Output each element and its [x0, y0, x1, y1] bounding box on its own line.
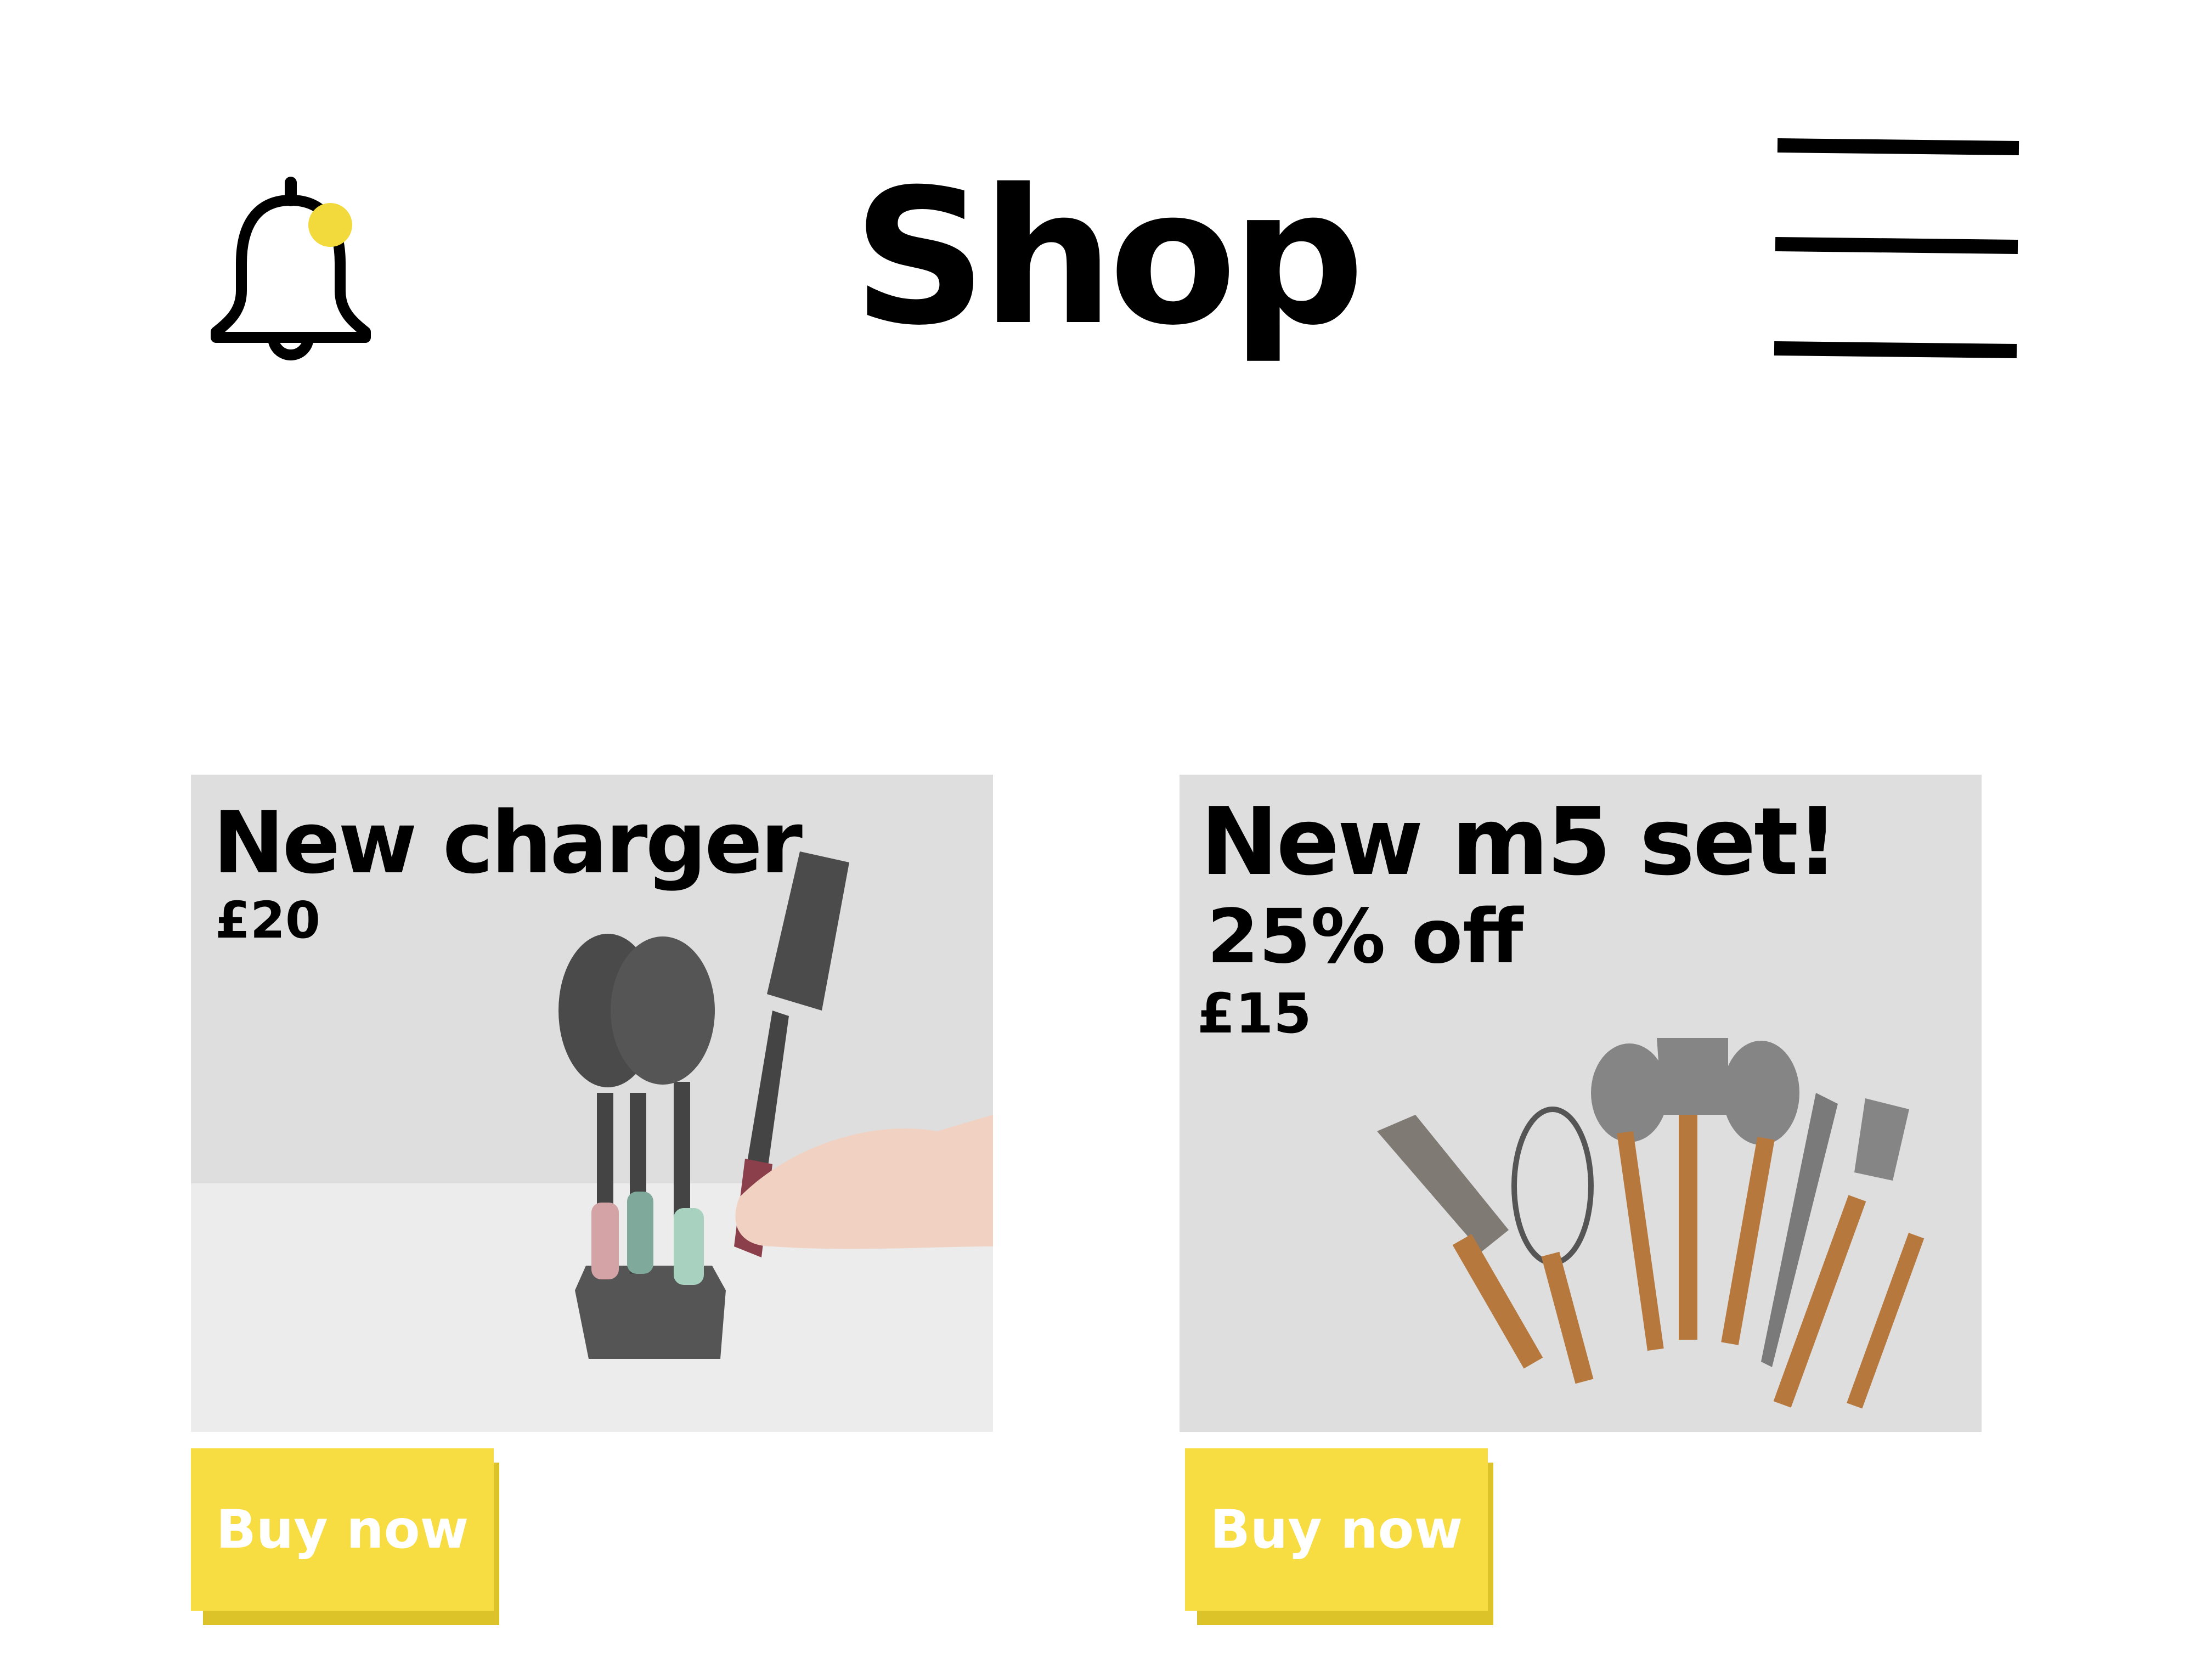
- button-face[interactable]: Buy now: [1185, 1448, 1488, 1611]
- buy-now-label: Buy now: [216, 1499, 469, 1560]
- shop-screen: Shop New charger £20 New m5 set! 25% off…: [0, 0, 2212, 1659]
- buy-now-button[interactable]: Buy now: [1185, 1448, 1493, 1625]
- hamburger-menu-icon: [1774, 138, 2019, 358]
- product-card[interactable]: New charger £20: [191, 775, 993, 1432]
- buy-now-label: Buy now: [1210, 1499, 1463, 1560]
- product-name: New charger: [213, 793, 803, 893]
- product-card[interactable]: New m5 set! 25% off £15: [1180, 775, 1982, 1432]
- product-price: £20: [215, 891, 321, 950]
- product-name: New m5 set!: [1200, 788, 1839, 896]
- product-price: £15: [1197, 981, 1312, 1046]
- button-face[interactable]: Buy now: [191, 1448, 494, 1611]
- menu-button[interactable]: [1772, 132, 2024, 368]
- product-discount: 25% off: [1207, 894, 1523, 980]
- buy-now-button[interactable]: Buy now: [191, 1448, 499, 1625]
